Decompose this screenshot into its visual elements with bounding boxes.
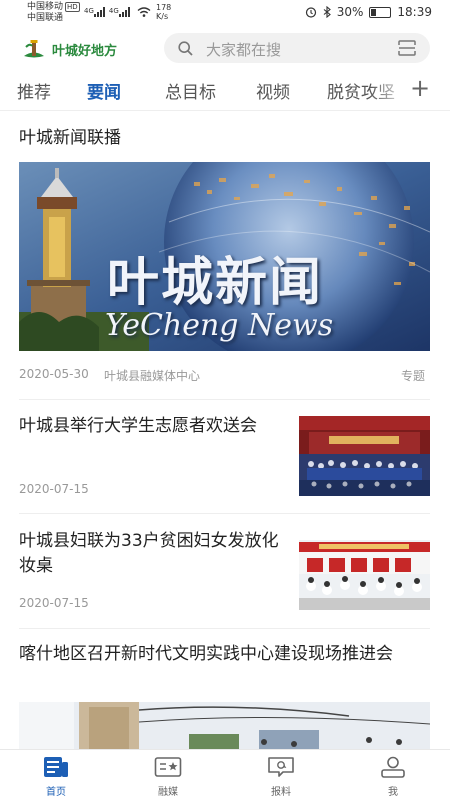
hd-badge: HD [65,2,80,12]
home-news-icon [44,757,68,777]
nav-me[interactable]: 我 [363,756,423,798]
search-icon [178,41,193,56]
news-item-3-image[interactable] [19,702,430,749]
nav-home[interactable]: 首页 [26,756,86,798]
divider [19,513,430,514]
nav-home-label: 首页 [46,787,66,798]
hero-image-title-cn: 叶城新闻 [107,253,324,313]
news-item-2-thumbnail-image [299,530,430,610]
wifi-icon [137,7,151,17]
nav-media[interactable]: 融媒 [138,756,198,798]
tab-video[interactable]: 视频 [256,78,290,103]
tab-headlines[interactable]: 要闻 [87,78,121,103]
battery-percent: 30% [336,5,364,19]
divider [19,399,430,400]
battery-icon [369,6,392,18]
carrier-2: 中国联通 [27,13,64,23]
news-item-1-title[interactable]: 叶城县举行大学生志愿者欢送会 [19,414,281,439]
media-icon [154,757,182,777]
divider [19,628,430,629]
carrier-info: 中国移动 HD 中国联通 [27,2,80,24]
nav-report[interactable]: 报料 [251,756,311,798]
signal-indicators: 4G 4G [84,7,151,17]
carrier-1: 中国移动 [27,2,64,12]
app-name: 叶城好地方 [52,43,118,59]
tab-recommend[interactable]: 推荐 [17,78,51,103]
hero-image-title-en: YeCheng News [105,308,334,343]
app-header: 叶城好地方 大家都在搜 [0,28,450,70]
bottom-navigation: 首页 融媒 报料 我 [0,749,450,801]
status-bar: 中国移动 HD 中国联通 4G 4G 178 K/s 30% 18:39 [0,0,450,28]
news-item-1-date: 2020-07-15 [19,482,89,496]
logo-icon [24,40,44,58]
status-right: 30% 18:39 [305,5,432,19]
hero-image[interactable]: 叶城新闻 YeCheng News [19,162,430,351]
signal-bars-icon [93,7,105,17]
speed-value: 178 [156,3,172,12]
category-tabs: 推荐 要闻 总目标 视频 脱贫攻坚 + [0,72,450,111]
news-item-3-image-art [19,702,430,749]
network-type-2: 4G [108,7,119,15]
alarm-icon [305,7,316,18]
hero-source: 叶城县融媒体中心 [104,369,201,383]
signal-bars-icon [118,7,130,17]
news-item-1-thumbnail[interactable] [299,416,430,496]
user-icon [381,756,405,778]
speed-unit: K/s [156,12,169,21]
clock: 18:39 [397,5,432,19]
tab-goals[interactable]: 总目标 [165,78,216,103]
scan-icon[interactable] [398,40,416,56]
news-item-2-title[interactable]: 叶城县妇联为33户贫困妇女发放化妆桌 [19,529,281,579]
nav-media-label: 融媒 [158,787,178,798]
nav-me-label: 我 [388,787,398,798]
bluetooth-icon [323,6,331,18]
news-item-2-date: 2020-07-15 [19,596,89,610]
news-item-3-title[interactable]: 喀什地区召开新时代文明实践中心建设现场推进会 [19,642,430,667]
news-item-1-thumbnail-image [299,416,430,496]
hero-date: 2020-05-30 [19,367,89,381]
hero-tag: 专题 [401,369,426,383]
add-channel-button[interactable]: + [410,74,430,102]
network-speed: 178 K/s [156,3,171,21]
hero-title[interactable]: 叶城新闻联播 [19,126,121,151]
news-item-2-thumbnail[interactable] [299,530,430,610]
search-placeholder: 大家都在搜 [206,41,282,59]
app-logo[interactable]: 叶城好地方 [22,37,117,61]
nav-report-label: 报料 [271,787,291,798]
search-bar[interactable]: 大家都在搜 [164,33,430,63]
report-icon [268,757,294,777]
network-type-1: 4G [84,7,94,15]
tabs-fade [370,72,410,108]
